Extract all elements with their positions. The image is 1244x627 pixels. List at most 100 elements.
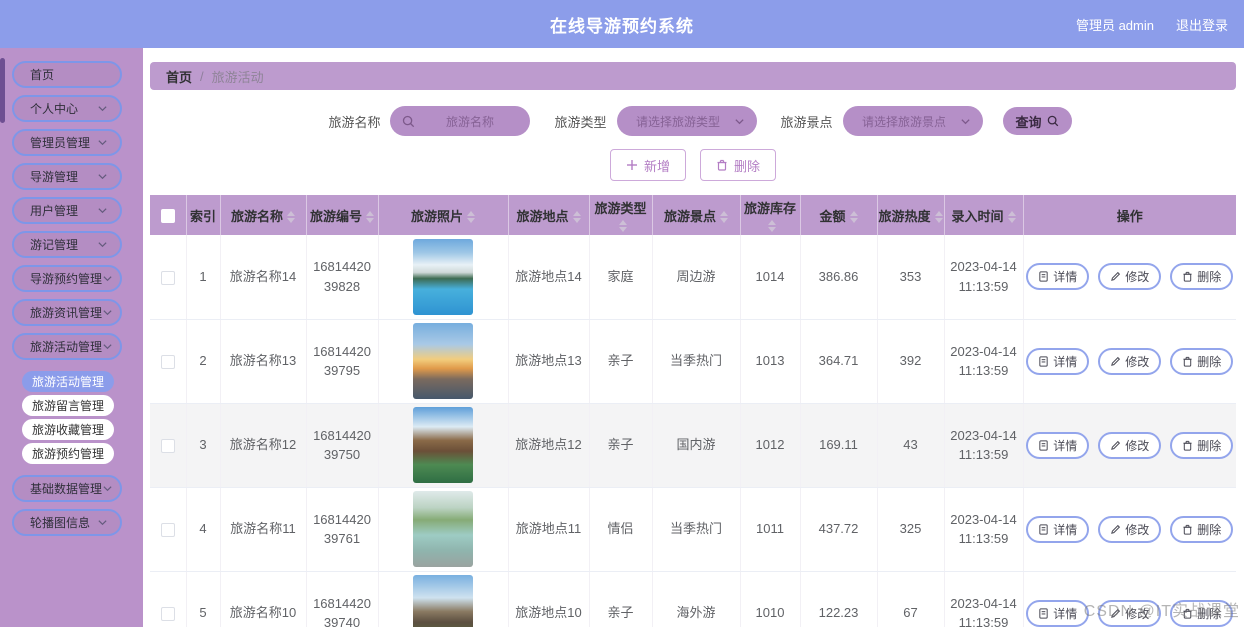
sort-carets-icon[interactable]	[720, 211, 728, 223]
detail-button[interactable]: 详情	[1026, 348, 1089, 375]
type-filter-label: 旅游类型	[554, 112, 606, 131]
top-header: 在线导游预约系统 管理员 admin 退出登录	[0, 0, 1244, 48]
tour-photo[interactable]	[413, 491, 473, 567]
sidebar-item[interactable]: 首页	[12, 61, 122, 88]
row-select-cell	[150, 403, 186, 487]
chevron-down-icon	[97, 137, 108, 148]
delete-button[interactable]: 删除	[700, 149, 776, 181]
tour-photo-cell	[378, 403, 508, 487]
column-header[interactable]: 旅游热度	[877, 195, 944, 235]
table-row: 5旅游名称101681442039740旅游地点10亲子海外游1010122.2…	[150, 571, 1236, 627]
edit-button[interactable]: 修改	[1098, 263, 1161, 290]
sidebar-scrollbar[interactable]	[0, 58, 5, 123]
document-icon	[1038, 271, 1049, 282]
tour-type-cell: 家庭	[589, 235, 652, 319]
sort-carets-icon[interactable]	[467, 211, 475, 223]
row-delete-button[interactable]: 删除	[1170, 348, 1233, 375]
column-header[interactable]: 金额	[800, 195, 877, 235]
add-button[interactable]: 新增	[610, 149, 686, 181]
sidebar-item[interactable]: 用户管理	[12, 197, 122, 224]
row-checkbox[interactable]	[161, 439, 175, 453]
breadcrumb-home[interactable]: 首页	[166, 67, 192, 86]
name-search-input[interactable]: 旅游名称	[390, 106, 530, 136]
column-header[interactable]: 旅游名称	[220, 195, 306, 235]
tour-spot-cell: 当季热门	[652, 487, 740, 571]
breadcrumb-separator: /	[200, 69, 204, 84]
column-header[interactable]: 旅游编号	[306, 195, 378, 235]
row-delete-button[interactable]: 删除	[1170, 516, 1233, 543]
detail-button[interactable]: 详情	[1026, 432, 1089, 459]
tour-spot-cell: 海外游	[652, 571, 740, 627]
sidebar-item[interactable]: 基础数据管理	[12, 475, 122, 502]
tour-photo[interactable]	[413, 323, 473, 399]
sidebar-item[interactable]: 轮播图信息	[12, 509, 122, 536]
sort-carets-icon[interactable]	[850, 211, 858, 223]
sidebar-subitem-active[interactable]: 旅游活动管理	[22, 371, 114, 392]
sidebar-item-label: 游记管理	[30, 236, 78, 253]
sort-carets-icon[interactable]	[768, 220, 776, 232]
row-checkbox[interactable]	[161, 607, 175, 621]
row-select-cell	[150, 487, 186, 571]
sort-carets-icon[interactable]	[573, 211, 581, 223]
column-header[interactable]: 录入时间	[944, 195, 1023, 235]
index-cell: 1	[186, 235, 220, 319]
actions-cell: 详情修改删除	[1023, 319, 1236, 403]
pencil-icon	[1110, 356, 1121, 367]
detail-button[interactable]: 详情	[1026, 263, 1089, 290]
edit-button[interactable]: 修改	[1098, 348, 1161, 375]
chevron-down-icon	[102, 307, 113, 318]
sidebar-subitem[interactable]: 旅游留言管理	[22, 395, 114, 416]
column-header[interactable]: 旅游景点	[652, 195, 740, 235]
tour-photo[interactable]	[413, 575, 473, 627]
sort-carets-icon[interactable]	[935, 211, 943, 223]
row-checkbox[interactable]	[161, 355, 175, 369]
sort-carets-icon[interactable]	[619, 220, 627, 232]
sidebar-item[interactable]: 旅游资讯管理	[12, 299, 122, 326]
row-delete-button[interactable]: 删除	[1170, 432, 1233, 459]
spot-select[interactable]: 请选择旅游景点	[843, 106, 983, 136]
chevron-down-icon	[97, 205, 108, 216]
edit-button[interactable]: 修改	[1098, 516, 1161, 543]
select-all-header	[150, 195, 186, 235]
detail-button[interactable]: 详情	[1026, 600, 1089, 627]
sidebar-item[interactable]: 游记管理	[12, 231, 122, 258]
column-header[interactable]: 旅游地点	[508, 195, 589, 235]
sidebar-item[interactable]: 导游预约管理	[12, 265, 122, 292]
sidebar-item[interactable]: 旅游活动管理	[12, 333, 122, 360]
search-button[interactable]: 查询	[1003, 107, 1072, 135]
edit-button[interactable]: 修改	[1098, 432, 1161, 459]
column-header: 索引	[186, 195, 220, 235]
tour-place-cell: 旅游地点12	[508, 403, 589, 487]
sidebar-subitem[interactable]: 旅游收藏管理	[22, 419, 114, 440]
row-checkbox[interactable]	[161, 523, 175, 537]
tour-photo[interactable]	[413, 407, 473, 483]
sidebar-item[interactable]: 导游管理	[12, 163, 122, 190]
edit-button[interactable]: 修改	[1098, 600, 1161, 627]
type-select[interactable]: 请选择旅游类型	[617, 106, 757, 136]
sidebar-item[interactable]: 管理员管理	[12, 129, 122, 156]
sort-carets-icon[interactable]	[1008, 211, 1016, 223]
tour-photo[interactable]	[413, 239, 473, 315]
select-all-checkbox[interactable]	[161, 209, 175, 223]
type-select-placeholder: 请选择旅游类型	[629, 113, 728, 130]
tour-stock-cell: 1013	[740, 319, 800, 403]
name-filter-label: 旅游名称	[328, 112, 380, 131]
row-checkbox[interactable]	[161, 271, 175, 285]
tour-spot-cell: 当季热门	[652, 319, 740, 403]
sidebar-subitem[interactable]: 旅游预约管理	[22, 443, 114, 464]
column-header[interactable]: 旅游库存	[740, 195, 800, 235]
detail-button[interactable]: 详情	[1026, 516, 1089, 543]
column-header-label: 旅游景点	[664, 209, 716, 224]
sort-carets-icon[interactable]	[366, 211, 374, 223]
logout-link[interactable]: 退出登录	[1176, 15, 1228, 34]
filter-bar: 旅游名称 旅游名称 旅游类型 请选择旅游类型 旅游景点 请选择旅游景点	[150, 106, 1236, 136]
tour-time-cell: 2023-04-14 11:13:59	[944, 487, 1023, 571]
column-header[interactable]: 旅游类型	[589, 195, 652, 235]
sort-carets-icon[interactable]	[287, 211, 295, 223]
column-header[interactable]: 旅游照片	[378, 195, 508, 235]
table-row: 2旅游名称131681442039795旅游地点13亲子当季热门1013364.…	[150, 319, 1236, 403]
sidebar-item-label: 用户管理	[30, 202, 78, 219]
row-delete-button[interactable]: 删除	[1170, 600, 1233, 627]
row-delete-button[interactable]: 删除	[1170, 263, 1233, 290]
sidebar-item[interactable]: 个人中心	[12, 95, 122, 122]
